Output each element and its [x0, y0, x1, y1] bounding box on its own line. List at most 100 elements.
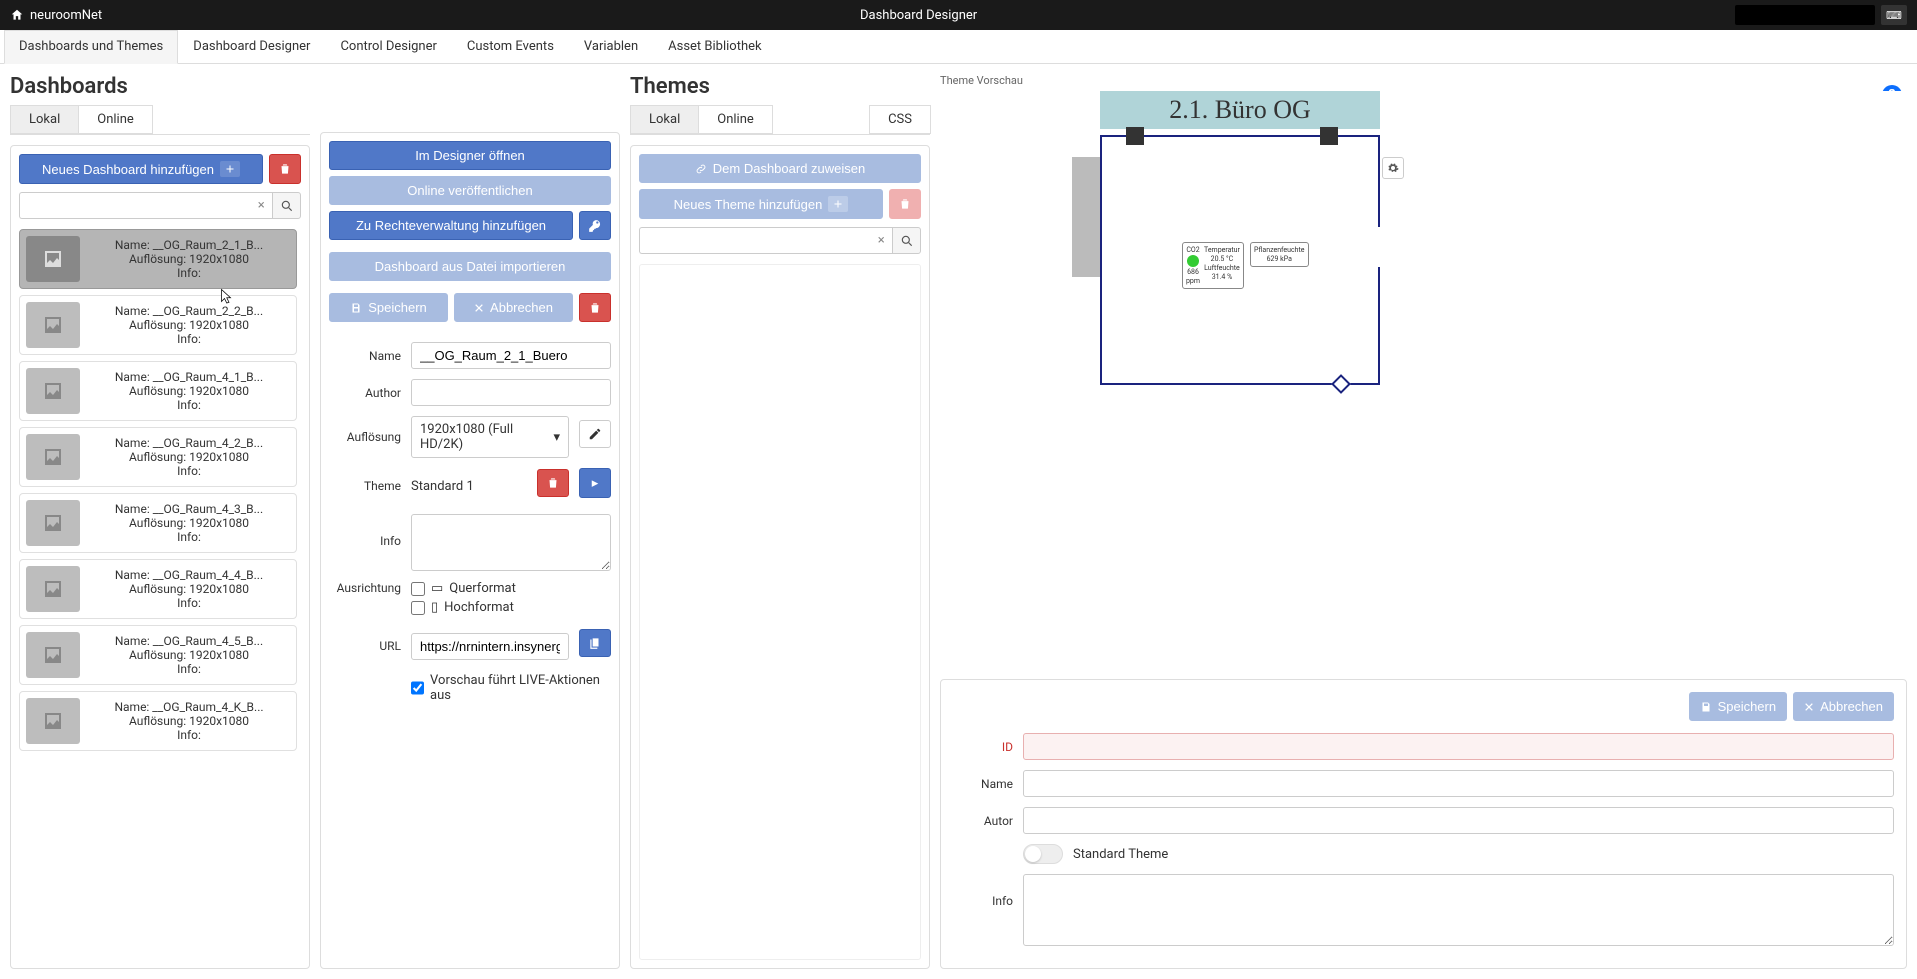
- search-icon: [900, 234, 914, 248]
- key-button[interactable]: [579, 211, 611, 240]
- hum-value: 31.4 %: [1212, 273, 1233, 281]
- subtab-lokal[interactable]: Lokal: [10, 105, 79, 134]
- dashboard-info: Info:: [88, 596, 290, 610]
- tab-dashboards-themes[interactable]: Dashboards und Themes: [4, 30, 178, 64]
- keyboard-icon[interactable]: ⌨: [1881, 5, 1907, 25]
- theme-name-label: Name: [953, 777, 1013, 791]
- theme-search-input[interactable]: [639, 227, 894, 254]
- dashboard-item[interactable]: Name: __OG_Raum_2_1_B... Auflösung: 1920…: [19, 229, 297, 289]
- dashboard-item[interactable]: Name: __OG_Raum_4_K_B... Auflösung: 1920…: [19, 691, 297, 751]
- add-dashboard-button[interactable]: Neues Dashboard hinzufügen: [19, 154, 263, 184]
- dashboard-item[interactable]: Name: __OG_Raum_2_2_B... Auflösung: 1920…: [19, 295, 297, 355]
- url-input[interactable]: [411, 633, 569, 660]
- settings-gear-button[interactable]: [1382, 157, 1404, 179]
- dashboard-meta: Name: __OG_Raum_4_K_B... Auflösung: 1920…: [88, 700, 290, 742]
- author-input[interactable]: [411, 379, 611, 406]
- themes-subtab-css[interactable]: CSS: [869, 105, 931, 134]
- dashboard-list[interactable]: Name: __OG_Raum_2_1_B... Auflösung: 1920…: [19, 229, 301, 751]
- subtab-online[interactable]: Online: [78, 105, 153, 134]
- link-icon: [695, 163, 707, 175]
- edit-resolution-button[interactable]: [579, 420, 611, 448]
- clear-search-icon[interactable]: ×: [250, 192, 272, 219]
- plant-label: Pflanzenfeuchte: [1254, 246, 1305, 254]
- theme-author-input[interactable]: [1023, 807, 1894, 834]
- landscape-checkbox[interactable]: [411, 582, 425, 596]
- theme-name-input[interactable]: [1023, 770, 1894, 797]
- dashboard-item[interactable]: Name: __OG_Raum_4_3_B... Auflösung: 1920…: [19, 493, 297, 553]
- sensor-widget[interactable]: CO2 686 ppm Temperatur 20.5 °C Luftfeuch…: [1182, 242, 1244, 289]
- save-icon: [1700, 701, 1712, 713]
- themes-column: Themes Lokal Online CSS Dem Dashboard zu…: [630, 74, 930, 969]
- save-button[interactable]: Speichern: [329, 293, 448, 322]
- portrait-checkbox[interactable]: [411, 601, 425, 615]
- standard-theme-label: Standard Theme: [1073, 847, 1168, 862]
- dashboard-item[interactable]: Name: __OG_Raum_4_5_B... Auflösung: 1920…: [19, 625, 297, 685]
- dashboard-meta: Name: __OG_Raum_2_1_B... Auflösung: 1920…: [88, 238, 290, 280]
- clear-search-icon[interactable]: ×: [870, 227, 892, 254]
- open-in-designer-button[interactable]: Im Designer öffnen: [329, 141, 611, 170]
- top-right-controls: ⌨: [1735, 5, 1907, 25]
- delete-dashboard-button[interactable]: [269, 154, 301, 184]
- key-icon: [588, 219, 602, 233]
- dashboard-resolution: Auflösung: 1920x1080: [88, 252, 290, 266]
- cancel-button[interactable]: Abbrechen: [454, 293, 573, 322]
- standard-theme-toggle[interactable]: [1023, 844, 1063, 864]
- theme-search-row: ×: [639, 227, 921, 254]
- tab-dashboard-designer[interactable]: Dashboard Designer: [178, 30, 325, 63]
- tab-asset-bibliothek[interactable]: Asset Bibliothek: [653, 30, 776, 63]
- preview-area: 2.1. Büro OG CO2 686 ppm: [940, 91, 1907, 669]
- wall-segment: [1072, 157, 1100, 277]
- co2-unit: ppm: [1186, 277, 1200, 285]
- resolution-select[interactable]: 1920x1080 (Full HD/2K) ▾: [411, 416, 569, 458]
- search-button[interactable]: [892, 227, 921, 254]
- themes-subtab-online[interactable]: Online: [698, 105, 773, 134]
- dashboard-info: Info:: [88, 266, 290, 280]
- tab-control-designer[interactable]: Control Designer: [325, 30, 451, 63]
- dashboard-meta: Name: __OG_Raum_4_1_B... Auflösung: 1920…: [88, 370, 290, 412]
- top-search-box[interactable]: [1735, 5, 1875, 25]
- dashboard-item[interactable]: Name: __OG_Raum_4_2_B... Auflösung: 1920…: [19, 427, 297, 487]
- sensor-widget-2[interactable]: Pflanzenfeuchte 629 kPa: [1250, 242, 1309, 267]
- dashboards-heading: Dashboards: [10, 74, 310, 99]
- import-from-file-button[interactable]: Dashboard aus Datei importieren: [329, 252, 611, 281]
- theme-save-button[interactable]: Speichern: [1689, 692, 1788, 721]
- temp-value: 20.5 °C: [1211, 255, 1234, 263]
- door-opening: [1378, 227, 1380, 267]
- search-button[interactable]: [272, 192, 301, 219]
- dashboard-resolution: Auflösung: 1920x1080: [88, 516, 290, 530]
- assign-theme-button[interactable]: Dem Dashboard zuweisen: [639, 154, 921, 183]
- tab-variablen[interactable]: Variablen: [569, 30, 653, 63]
- dashboard-resolution: Auflösung: 1920x1080: [88, 450, 290, 464]
- dashboard-search-input[interactable]: [19, 192, 274, 219]
- theme-info-textarea[interactable]: [1023, 874, 1894, 946]
- copy-url-button[interactable]: [579, 629, 611, 657]
- dashboard-info: Info:: [88, 728, 290, 742]
- delete-editor-button[interactable]: [579, 293, 611, 322]
- delete-theme-button[interactable]: [889, 189, 921, 219]
- remove-theme-button[interactable]: [537, 469, 569, 497]
- temp-label: Temperatur: [1204, 246, 1240, 254]
- dashboard-item[interactable]: Name: __OG_Raum_4_4_B... Auflösung: 1920…: [19, 559, 297, 619]
- landscape-rect-icon: ▭: [431, 581, 443, 596]
- dashboard-thumb-icon: [26, 698, 80, 744]
- publish-online-button[interactable]: Online veröffentlichen: [329, 176, 611, 205]
- dashboard-thumb-icon: [26, 236, 80, 282]
- theme-cancel-button[interactable]: Abbrechen: [1793, 692, 1894, 721]
- url-label: URL: [329, 639, 401, 653]
- dashboards-column: Dashboards Lokal Online Neues Dashboard …: [10, 74, 310, 969]
- dashboard-resolution: Auflösung: 1920x1080: [88, 582, 290, 596]
- rights-management-button[interactable]: Zu Rechteverwaltung hinzufügen: [329, 211, 573, 240]
- theme-id-input[interactable]: [1023, 733, 1894, 760]
- name-input[interactable]: [411, 342, 611, 369]
- tab-custom-events[interactable]: Custom Events: [452, 30, 569, 63]
- theme-list[interactable]: [639, 264, 921, 960]
- brand[interactable]: neuroomNet: [10, 8, 102, 23]
- themes-subtab-lokal[interactable]: Lokal: [630, 105, 699, 134]
- add-theme-button[interactable]: Neues Theme hinzufügen: [639, 189, 883, 219]
- info-textarea[interactable]: [411, 514, 611, 571]
- dashboard-item[interactable]: Name: __OG_Raum_4_1_B... Auflösung: 1920…: [19, 361, 297, 421]
- live-preview-checkbox[interactable]: [411, 681, 424, 695]
- door-marker-icon: [1126, 127, 1144, 145]
- open-theme-button[interactable]: ▸: [579, 468, 611, 498]
- dashboard-name: Name: __OG_Raum_4_5_B...: [88, 634, 290, 648]
